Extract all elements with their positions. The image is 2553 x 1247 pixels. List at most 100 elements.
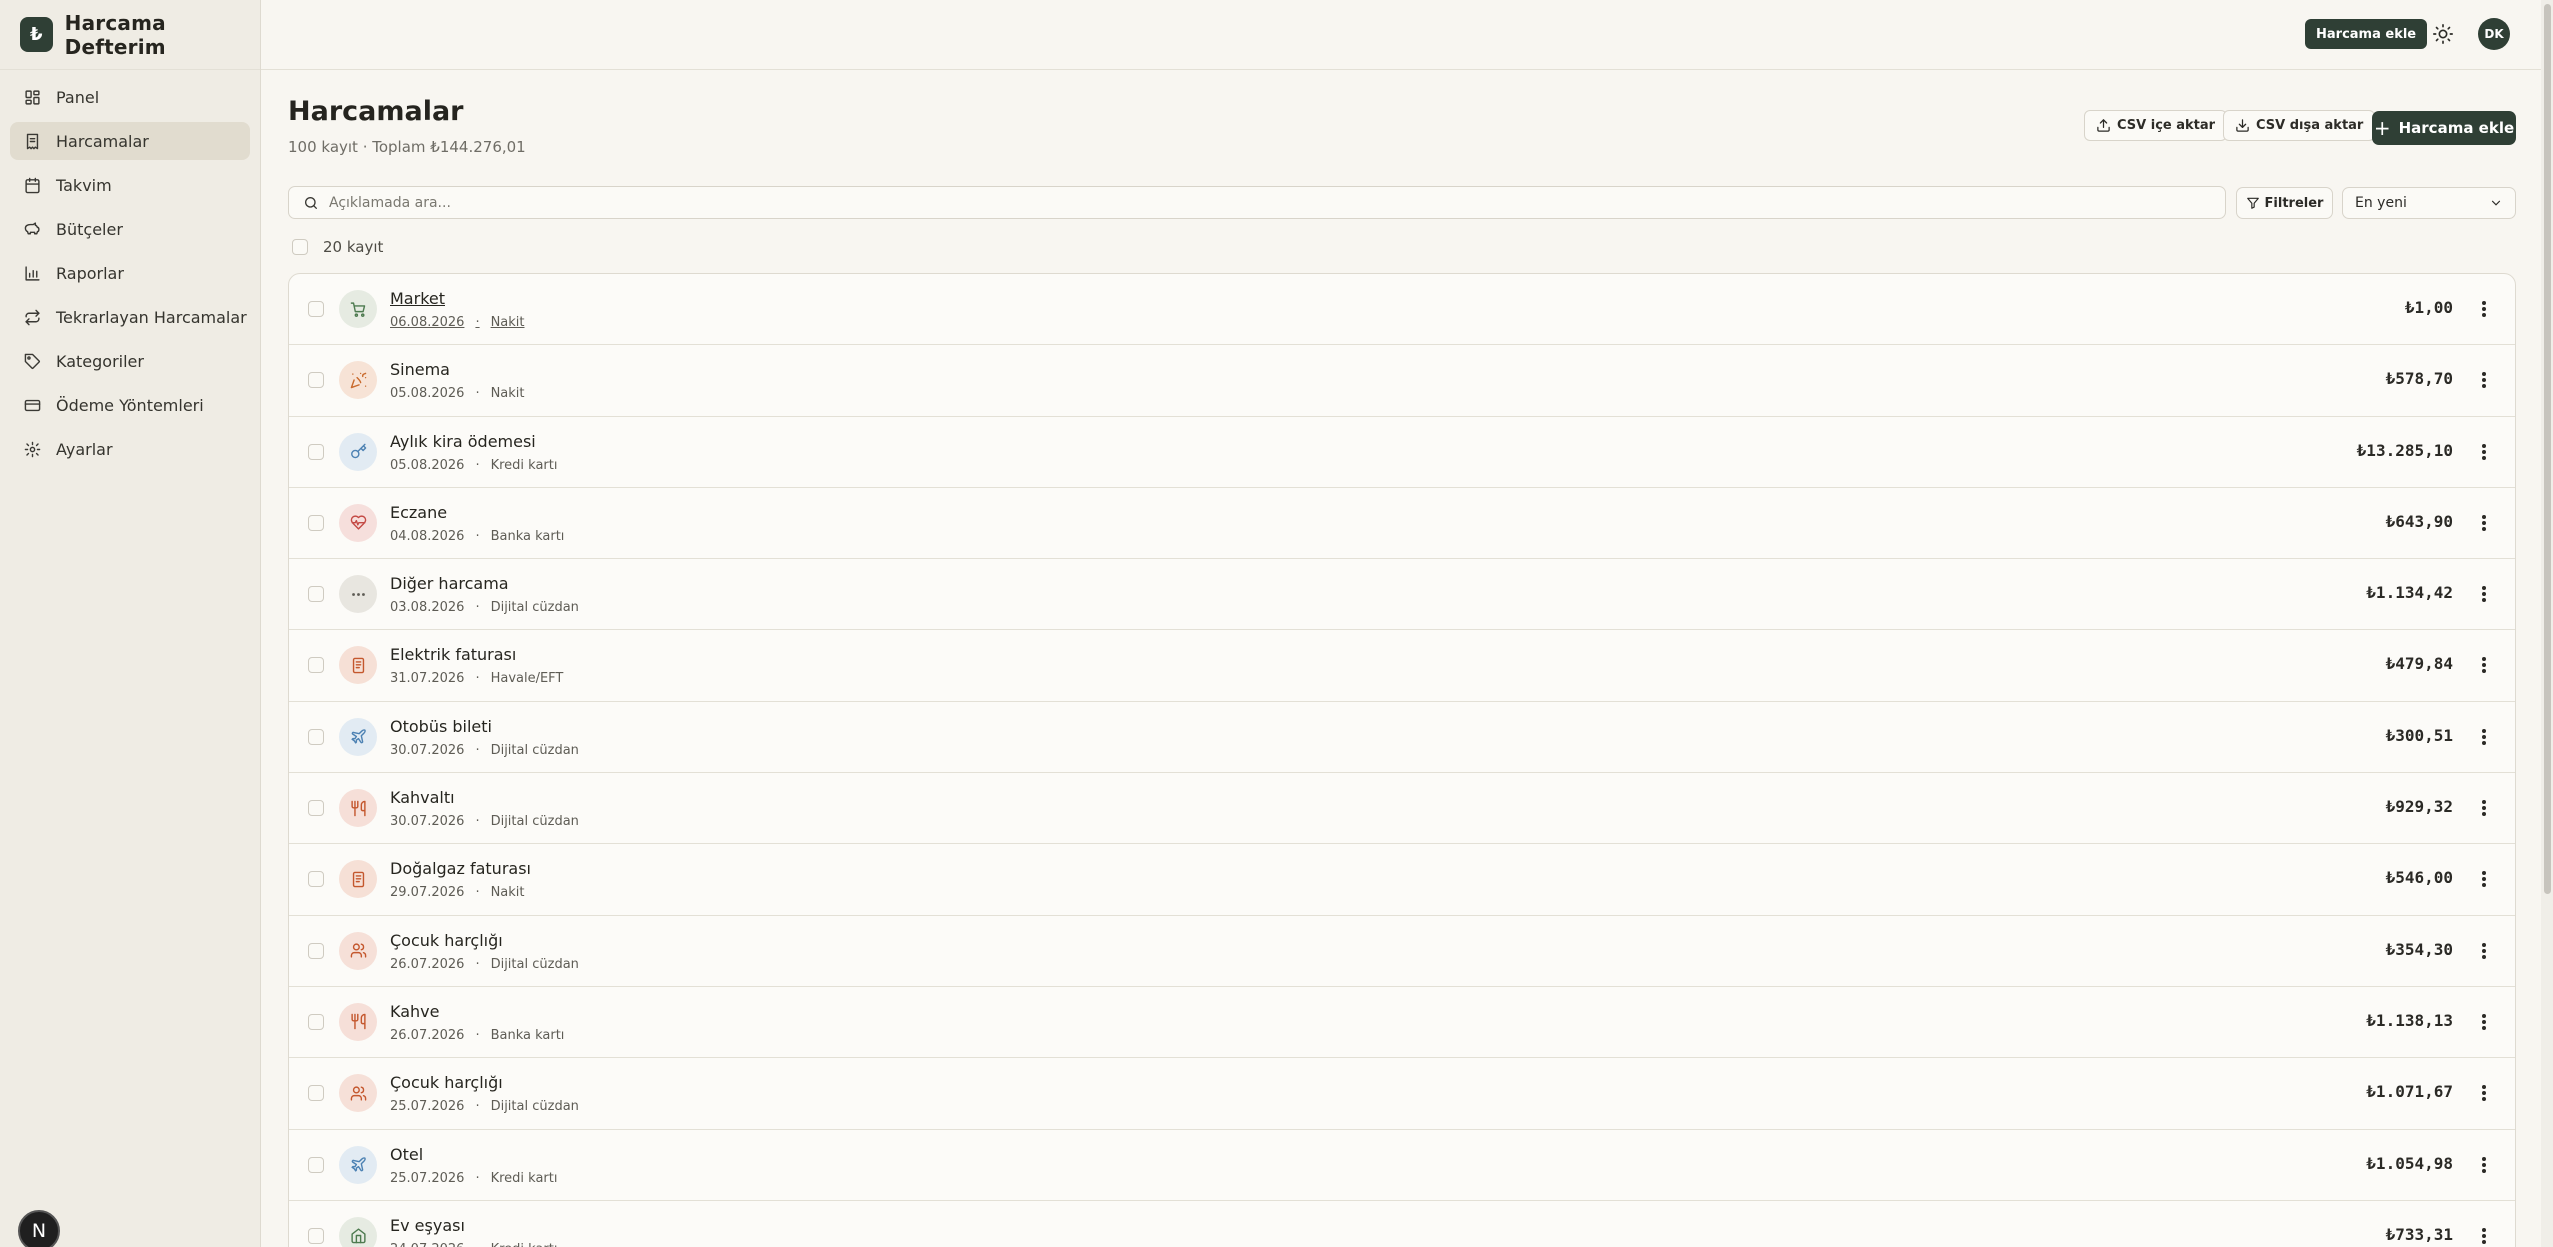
- table-row[interactable]: Kahve 26.07.2026 · Banka kartı ₺1.138,13: [289, 987, 2515, 1059]
- expense-name[interactable]: Kahve: [390, 1002, 439, 1021]
- more-vertical-icon[interactable]: [2481, 1011, 2487, 1033]
- expense-name[interactable]: Kahvaltı: [390, 788, 455, 807]
- separator-dot: ·: [475, 814, 480, 830]
- row-checkbox[interactable]: [308, 728, 324, 745]
- table-row[interactable]: Elektrik faturası 31.07.2026 · Havale/EFT ₺4…: [289, 630, 2515, 702]
- more-vertical-icon[interactable]: [2481, 1154, 2487, 1176]
- calendar-icon: [25, 177, 40, 193]
- row-checkbox[interactable]: [308, 1156, 324, 1173]
- row-checkbox[interactable]: [308, 942, 324, 959]
- sidebar-item-8[interactable]: Ayarlar: [10, 430, 250, 468]
- expense-name[interactable]: Otel: [390, 1145, 423, 1164]
- more-vertical-icon[interactable]: [2481, 868, 2487, 890]
- row-checkbox[interactable]: [308, 301, 324, 317]
- sidebar-item-4[interactable]: Raporlar: [10, 254, 250, 292]
- table-row[interactable]: Çocuk harçlığı 26.07.2026 · Dijital cüzdan ₺…: [289, 916, 2515, 987]
- row-checkbox[interactable]: [308, 586, 324, 603]
- table-row[interactable]: Market 06.08.2026 · Nakit ₺1,00: [289, 274, 2515, 346]
- sidebar-item-5[interactable]: Tekrarlayan Harcamalar: [10, 298, 250, 336]
- expense-name[interactable]: Eczane: [390, 503, 447, 522]
- more-vertical-icon[interactable]: [2481, 726, 2487, 748]
- header-add-expense-button[interactable]: Harcama ekle: [2305, 19, 2428, 49]
- row-checkbox[interactable]: [308, 1013, 324, 1030]
- row-checkbox[interactable]: [308, 443, 324, 460]
- table-row[interactable]: Diğer harcama 03.08.2026 · Dijital cüzdan ₺1…: [289, 559, 2515, 631]
- table-row[interactable]: Doğalgaz faturası 29.07.2026 · Nakit ₺546,00: [289, 844, 2515, 916]
- table-row[interactable]: Kahvaltı 30.07.2026 · Dijital cüzdan ₺929,32: [289, 773, 2515, 845]
- row-checkbox[interactable]: [308, 1085, 324, 1102]
- category-badge: [339, 432, 377, 471]
- expense-amount: ₺546,00: [2385, 868, 2453, 888]
- table-row[interactable]: Eczane 04.08.2026 · Banka kartı ₺643,90: [289, 488, 2515, 560]
- more-vertical-icon[interactable]: [2481, 583, 2487, 605]
- separator-dot: ·: [475, 457, 480, 473]
- more-vertical-icon[interactable]: [2481, 1225, 2487, 1247]
- row-checkbox[interactable]: [308, 514, 324, 531]
- row-checkbox[interactable]: [308, 871, 324, 888]
- expense-name[interactable]: Diğer harcama: [390, 574, 509, 593]
- row-checkbox[interactable]: [308, 1227, 324, 1244]
- separator-dot: ·: [475, 528, 480, 544]
- sidebar-item-7[interactable]: Ödeme Yöntemleri: [10, 386, 250, 424]
- sidebar-item-3[interactable]: Bütçeler: [10, 210, 250, 248]
- row-checkbox[interactable]: [308, 657, 324, 674]
- sidebar-item-0[interactable]: Panel: [10, 78, 250, 116]
- row-checkbox[interactable]: [308, 372, 324, 389]
- csv-export-button[interactable]: CSV dışa aktar: [2223, 110, 2376, 141]
- sidebar-item-6[interactable]: Kategoriler: [10, 342, 250, 380]
- sidebar-item-1[interactable]: Harcamalar: [10, 122, 250, 160]
- gear-icon: [24, 441, 41, 457]
- expense-date: 30.07.2026: [390, 742, 465, 758]
- sidebar-nav: Panel Harcamalar Takvim Bütçeler Raporlar Tek…: [0, 70, 260, 482]
- add-expense-button[interactable]: + Harcama ekle: [2372, 111, 2516, 145]
- expense-meta: 06.08.2026 · Nakit: [390, 315, 525, 330]
- expense-name[interactable]: Ev eşyası: [390, 1216, 465, 1235]
- category-badge: [339, 1074, 377, 1113]
- expense-name[interactable]: Çocuk harçlığı: [390, 931, 503, 950]
- csv-import-button[interactable]: CSV içe aktar: [2084, 110, 2228, 141]
- more-vertical-icon[interactable]: [2481, 441, 2487, 463]
- theme-toggle-sun-icon[interactable]: [2432, 23, 2454, 45]
- more-vertical-icon[interactable]: [2481, 940, 2487, 962]
- select-all-checkbox[interactable]: [292, 239, 308, 255]
- table-row[interactable]: Otel 25.07.2026 · Kredi kartı ₺1.054,98: [289, 1130, 2515, 1201]
- expense-name[interactable]: Market: [390, 289, 445, 308]
- filters-button[interactable]: Filtreler: [2236, 187, 2333, 219]
- sort-select[interactable]: En yeni: [2342, 187, 2516, 219]
- expense-name[interactable]: Sinema: [390, 360, 450, 379]
- sidebar-item-label: Takvim: [56, 175, 112, 195]
- user-avatar[interactable]: DK: [2478, 18, 2510, 50]
- more-vertical-icon[interactable]: [2481, 654, 2487, 676]
- table-row[interactable]: Çocuk harçlığı 25.07.2026 · Dijital cüzdan ₺…: [289, 1058, 2515, 1130]
- table-row[interactable]: Ev eşyası 24.07.2026 · Kredi kartı ₺733,31: [289, 1201, 2515, 1247]
- expense-name[interactable]: Çocuk harçlığı: [390, 1073, 503, 1092]
- more-vertical-icon[interactable]: [2481, 1082, 2487, 1104]
- expense-name[interactable]: Doğalgaz faturası: [390, 859, 531, 878]
- page-scrollbar-thumb[interactable]: [2544, 4, 2551, 894]
- utensils-icon: [350, 1014, 366, 1030]
- more-vertical-icon[interactable]: [2481, 797, 2487, 819]
- payment-method: Dijital cüzdan: [490, 600, 579, 616]
- row-checkbox[interactable]: [308, 800, 324, 817]
- select-all-row: 20 kayıt: [292, 238, 383, 256]
- expense-name[interactable]: Otobüs bileti: [390, 717, 492, 736]
- payment-method: Dijital cüzdan: [490, 742, 579, 758]
- sidebar-item-2[interactable]: Takvim: [10, 166, 250, 204]
- more-vertical-icon[interactable]: [2481, 369, 2487, 391]
- table-row[interactable]: Sinema 05.08.2026 · Nakit ₺578,70: [289, 345, 2515, 417]
- expense-meta: 30.07.2026 · Dijital cüzdan: [390, 743, 579, 758]
- table-row[interactable]: Aylık kira ödemesi 05.08.2026 · Kredi kartı…: [289, 417, 2515, 488]
- more-vertical-icon[interactable]: [2481, 512, 2487, 534]
- expense-name[interactable]: Aylık kira ödemesi: [390, 432, 536, 451]
- receipt-icon: [26, 133, 39, 149]
- search-input[interactable]: [329, 194, 2129, 211]
- search-box[interactable]: [288, 186, 2226, 219]
- brand[interactable]: ₺ Harcama Defterim: [0, 0, 260, 70]
- home-icon: [350, 1228, 366, 1244]
- expense-amount: ₺1.138,13: [2366, 1010, 2453, 1030]
- table-row[interactable]: Otobüs bileti 30.07.2026 · Dijital cüzdan ₺3…: [289, 702, 2515, 774]
- expense-name[interactable]: Elektrik faturası: [390, 645, 516, 664]
- more-vertical-icon[interactable]: [2481, 298, 2487, 320]
- category-badge: [339, 503, 377, 542]
- next-badge[interactable]: N: [18, 1210, 60, 1247]
